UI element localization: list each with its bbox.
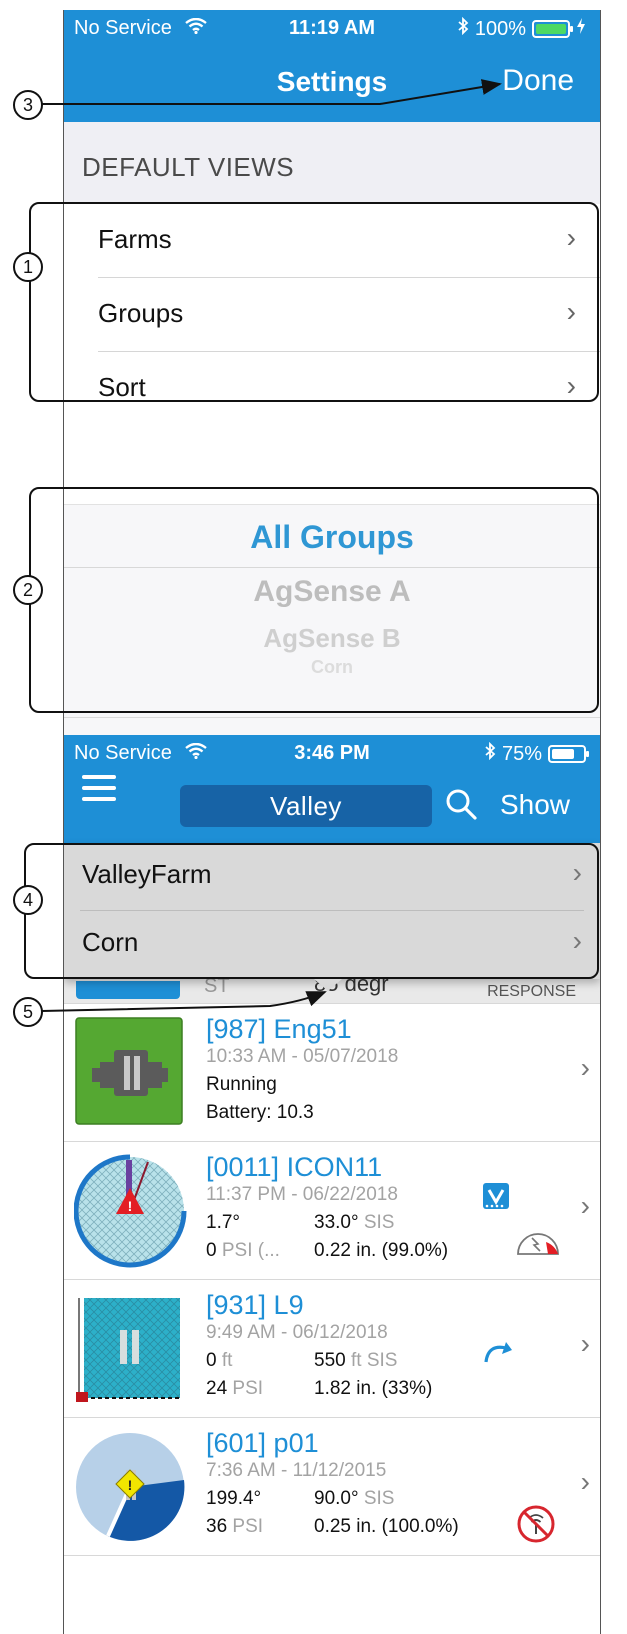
callout-arrows <box>41 79 502 1012</box>
callout-marker-1: 1 <box>13 252 43 282</box>
callout-marker-5: 5 <box>13 997 43 1027</box>
callout-marker-4: 4 <box>13 885 43 915</box>
callout-marker-2: 2 <box>13 575 43 605</box>
callout-marker-3: 3 <box>13 90 43 120</box>
